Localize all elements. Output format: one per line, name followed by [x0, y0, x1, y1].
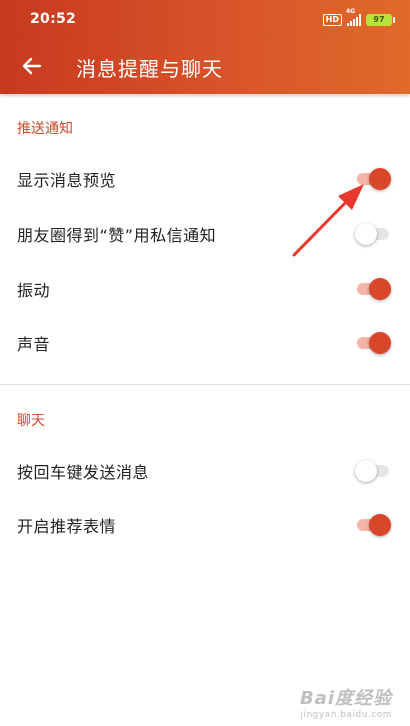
setting-row-enter-send[interactable]: 按回车键发送消息	[0, 444, 410, 498]
watermark-logo: Bai度经验	[299, 688, 392, 709]
setting-label: 按回车键发送消息	[17, 463, 150, 482]
sound-toggle[interactable]	[357, 332, 391, 354]
message-preview-toggle[interactable]	[357, 168, 391, 190]
battery-icon: 97	[366, 14, 395, 26]
setting-row-recommend-emoji[interactable]: 开启推荐表情	[0, 498, 410, 552]
section-header-push: 推送通知	[17, 121, 73, 137]
status-icons: HD 4G 97	[322, 8, 395, 28]
setting-row-like-notify[interactable]: 朋友圈得到“赞”用私信通知	[0, 207, 410, 261]
setting-label: 开启推荐表情	[17, 517, 117, 536]
page-title: 消息提醒与聊天	[76, 57, 223, 81]
setting-row-sound[interactable]: 声音	[0, 316, 410, 370]
recommend-emoji-toggle[interactable]	[357, 514, 391, 536]
enter-send-toggle[interactable]	[355, 460, 391, 482]
status-time: 20:52	[30, 11, 77, 27]
signal-icon: 4G	[346, 8, 361, 26]
watermark: Bai度经验 jingyan.baidu.com	[300, 684, 392, 720]
like-notify-toggle[interactable]	[355, 223, 391, 245]
setting-row-vibrate[interactable]: 振动	[0, 262, 410, 316]
setting-label: 声音	[17, 335, 51, 354]
setting-label: 朋友圈得到“赞”用私信通知	[17, 226, 217, 245]
section-header-chat: 聊天	[17, 413, 45, 429]
arrow-left-icon[interactable]	[18, 52, 46, 80]
hd-icon: HD	[322, 14, 342, 26]
section-divider	[0, 384, 410, 385]
watermark-url: jingyan.baidu.com	[300, 710, 392, 720]
setting-row-message-preview[interactable]: 显示消息预览	[0, 152, 410, 206]
network-type: 4G	[346, 8, 356, 15]
vibrate-toggle[interactable]	[357, 278, 391, 300]
app-bar: 消息提醒与聊天	[0, 40, 410, 94]
status-bar: 20:52 HD 4G 97	[0, 0, 410, 40]
setting-label: 振动	[17, 281, 51, 300]
setting-label: 显示消息预览	[17, 171, 117, 190]
